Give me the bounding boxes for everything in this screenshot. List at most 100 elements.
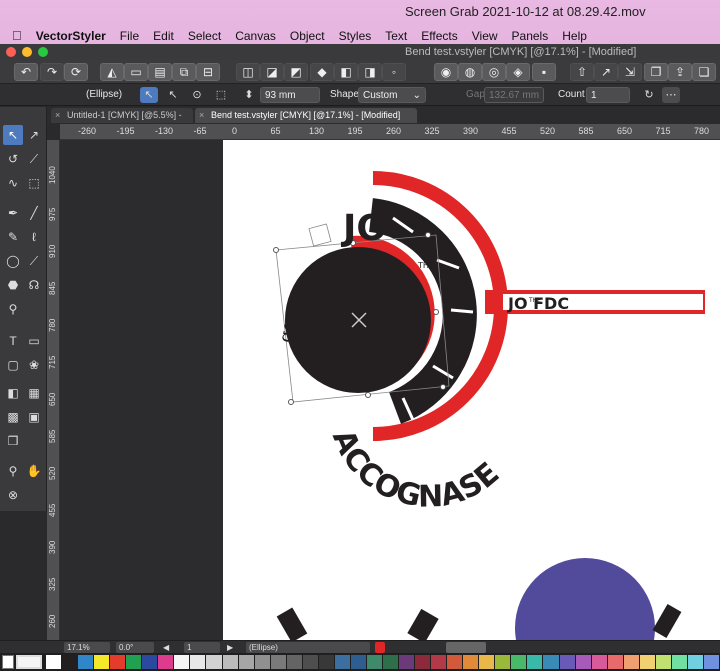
color-swatch[interactable] (447, 655, 463, 669)
group-button[interactable]: ⧉ (172, 63, 196, 81)
color-swatch[interactable] (350, 655, 366, 669)
color-swatch[interactable] (479, 655, 495, 669)
selection-handle[interactable] (425, 232, 431, 238)
count-field[interactable]: 1 (586, 87, 630, 103)
compound-button[interactable]: ◎ (482, 63, 506, 81)
color-swatch[interactable] (366, 655, 382, 669)
color-swatch[interactable] (383, 655, 399, 669)
color-swatch[interactable] (206, 655, 222, 669)
selection-mode-button[interactable]: ↖ (140, 87, 158, 103)
color-swatch[interactable] (238, 655, 254, 669)
pencil-tool[interactable]: ✎ (3, 227, 23, 247)
color-swatch[interactable] (158, 655, 174, 669)
boolean-subtract-button[interactable]: ◪ (260, 63, 284, 81)
warp-tool[interactable]: ☊ (24, 275, 44, 295)
color-swatch[interactable] (655, 655, 671, 669)
color-swatch[interactable] (511, 655, 527, 669)
boolean-union-button[interactable]: ◫ (236, 63, 260, 81)
selection-handle[interactable] (365, 392, 371, 398)
gradient-tool[interactable]: ◧ (3, 383, 23, 403)
color-swatch[interactable] (270, 655, 286, 669)
mesh-tool[interactable]: ▦ (24, 383, 44, 403)
flip-horizontal-button[interactable]: ◭ (100, 63, 124, 81)
zoom-field[interactable]: 17.1% (64, 642, 110, 653)
menu-select[interactable]: Select (188, 29, 221, 43)
clip-button[interactable]: ◍ (458, 63, 482, 81)
close-tab-icon[interactable]: × (55, 108, 60, 123)
export-button[interactable]: ⇧ (570, 63, 594, 81)
close-window-button[interactable] (6, 47, 16, 57)
zoom-window-button[interactable] (38, 47, 48, 57)
knife-tool[interactable]: ⟋ (24, 251, 44, 271)
color-swatch[interactable] (527, 655, 543, 669)
menu-file[interactable]: File (120, 29, 139, 43)
ellipse-tool[interactable]: ◯ (3, 251, 23, 271)
ungroup-button[interactable]: ⊟ (196, 63, 220, 81)
color-swatch[interactable] (463, 655, 479, 669)
color-swatch[interactable] (431, 655, 447, 669)
shape-builder-tool[interactable]: ⬣ (3, 275, 23, 295)
color-swatch[interactable] (190, 655, 206, 669)
text-tool[interactable]: T (3, 331, 23, 351)
color-swatch[interactable] (415, 655, 431, 669)
place-button[interactable]: ⇪ (668, 63, 692, 81)
rotation-handle-box[interactable] (308, 223, 332, 247)
horizontal-scrollbar-thumb[interactable] (446, 642, 486, 653)
artwork-canvas[interactable]: JO FDC THE JO THE ggom ACCOGNASE (223, 140, 720, 640)
color-swatch[interactable] (142, 655, 158, 669)
undo-button[interactable]: ↶ (14, 63, 38, 81)
purple-circle[interactable] (515, 558, 655, 640)
boolean-exclude-button[interactable]: ◆ (310, 63, 334, 81)
mask-button[interactable]: ◉ (434, 63, 458, 81)
brush-tool[interactable]: ℓ (24, 227, 44, 247)
gap-field[interactable]: 132.67 mm (484, 87, 544, 103)
tab-untitled-1[interactable]: × Untitled-1 [CMYK] [@5.5%] - [Modif (51, 108, 193, 135)
color-swatch[interactable] (110, 655, 126, 669)
color-swatch[interactable] (559, 655, 575, 669)
rotate-tool[interactable]: ↺ (3, 149, 23, 169)
tab-bend-test[interactable]: × Bend test.vstyler [CMYK] [@17.1%] - [M… (195, 108, 417, 123)
color-swatch[interactable] (671, 655, 687, 669)
direct-select-tool[interactable]: ↗ (24, 125, 44, 145)
selection-handle[interactable] (433, 309, 439, 315)
crop-tool[interactable]: ⬚ (24, 173, 44, 193)
select-tool[interactable]: ↖ (3, 125, 23, 145)
color-swatch[interactable] (318, 655, 334, 669)
line-tool[interactable]: ╱ (24, 203, 44, 223)
menu-effects[interactable]: Effects (421, 29, 457, 43)
zoom-tool[interactable]: ⚲ (3, 461, 23, 481)
color-swatch[interactable] (302, 655, 318, 669)
color-swatch[interactable] (399, 655, 415, 669)
arrange-button[interactable]: ▤ (148, 63, 172, 81)
flip-vertical-button[interactable]: ▭ (124, 63, 148, 81)
angle-field[interactable]: 0.0° (116, 642, 154, 653)
eyedropper-tool[interactable]: ⚲ (3, 299, 23, 319)
lasso-select-button[interactable]: ⊙ (188, 87, 206, 103)
menu-styles[interactable]: Styles (339, 29, 372, 43)
page-nav-next[interactable]: ▶ (224, 642, 244, 653)
color-swatch[interactable] (222, 655, 238, 669)
symbol-tool[interactable]: ❀ (24, 355, 44, 375)
color-swatch[interactable] (687, 655, 703, 669)
bounding-box-button[interactable]: ⬚ (212, 87, 230, 103)
page-nav-prev[interactable]: ◀ (160, 642, 180, 653)
color-swatch[interactable] (174, 655, 190, 669)
color-swatch[interactable] (286, 655, 302, 669)
pasteboard[interactable]: JO FDC THE JO THE ggom ACCOGNASE (60, 140, 720, 640)
fill-stroke-indicator[interactable] (16, 655, 42, 669)
menu-app-name[interactable]: VectorStyler (36, 29, 106, 43)
menu-edit[interactable]: Edit (153, 29, 174, 43)
boolean-intersect-button[interactable]: ◩ (284, 63, 308, 81)
more-options-button[interactable]: ⋯ (662, 87, 680, 103)
color-swatch[interactable] (254, 655, 270, 669)
color-swatch[interactable] (623, 655, 639, 669)
bring-front-button[interactable]: ❐ (644, 63, 668, 81)
skew-tool[interactable]: ⟋ (24, 149, 44, 169)
color-swatch[interactable] (126, 655, 142, 669)
selection-handle[interactable] (273, 247, 279, 253)
transparency-tool[interactable]: ▣ (24, 407, 44, 427)
color-swatch[interactable] (639, 655, 655, 669)
alert-icon[interactable] (375, 642, 385, 653)
color-swatch[interactable] (46, 655, 62, 669)
share-button[interactable]: ↗ (594, 63, 618, 81)
